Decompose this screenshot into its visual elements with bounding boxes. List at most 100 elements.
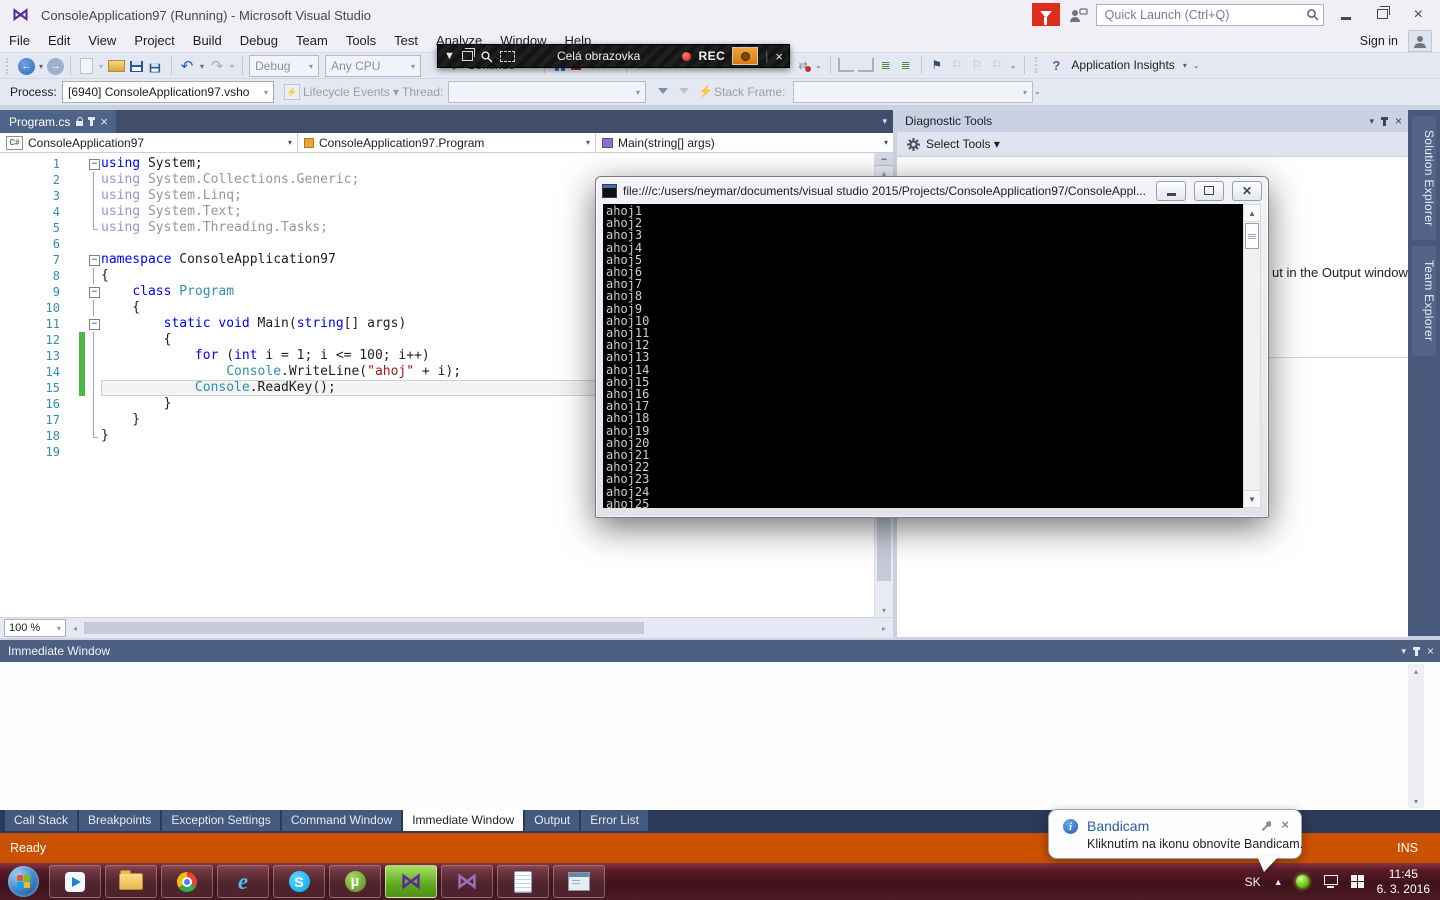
clear-bookmarks-icon[interactable]: ⚐: [988, 56, 1006, 74]
collapse-toggle-icon[interactable]: −: [89, 159, 100, 170]
breakpoint-settings-icon[interactable]: ⇄: [795, 57, 811, 73]
next-bookmark-icon[interactable]: ⚐: [968, 56, 986, 74]
console-minimize-button[interactable]: [1156, 181, 1186, 201]
sign-in-link[interactable]: Sign in: [1360, 34, 1398, 48]
new-file-dropdown-icon[interactable]: ▾: [97, 62, 105, 71]
redo-dropdown-icon[interactable]: ▾: [228, 62, 236, 71]
immediate-window-content[interactable]: ▴ ▾: [0, 662, 1440, 810]
toolbar-overflow-icon[interactable]: ⌄: [813, 61, 824, 70]
menu-test[interactable]: Test: [385, 30, 427, 52]
toolbar-overflow-icon[interactable]: ⌄: [1191, 61, 1202, 70]
collapse-toggle-icon[interactable]: −: [89, 287, 100, 298]
window-position-dropdown-icon[interactable]: ▾: [1401, 646, 1406, 657]
menu-debug[interactable]: Debug: [231, 30, 287, 52]
restore-button[interactable]: [1368, 5, 1397, 24]
panel-tab-breakpoints[interactable]: Breakpoints: [79, 810, 160, 831]
decrease-indent-icon[interactable]: ≣: [877, 56, 895, 74]
process-select[interactable]: [6940] ConsoleApplication97.vsho▾: [62, 81, 274, 103]
navigate-forward-icon[interactable]: →: [47, 58, 64, 75]
side-tab-team-explorer[interactable]: Team Explorer: [1412, 246, 1436, 355]
feedback-button[interactable]: [1032, 3, 1060, 26]
toggle-flagged-icon[interactable]: ⚡: [698, 84, 713, 98]
console-close-button[interactable]: ✕: [1232, 181, 1262, 201]
console-window[interactable]: file:///c:/users/neymar/documents/visual…: [595, 176, 1269, 518]
rec-menu-dropdown-icon[interactable]: ▼: [444, 50, 455, 62]
select-tools-button[interactable]: Select Tools ▾: [926, 137, 1000, 151]
close-button[interactable]: ×: [1405, 4, 1432, 26]
menu-view[interactable]: View: [79, 30, 125, 52]
close-notification-icon[interactable]: ×: [1281, 817, 1289, 832]
window-position-dropdown-icon[interactable]: ▾: [1369, 116, 1374, 127]
solution-platform-select[interactable]: Any CPU▾: [325, 55, 421, 77]
flagged-threads-filter-icon[interactable]: [679, 88, 689, 94]
taskbar-notepad[interactable]: [497, 865, 549, 898]
increase-indent-icon[interactable]: ≣: [897, 56, 915, 74]
scrollbar-thumb[interactable]: [1245, 223, 1259, 249]
close-panel-icon[interactable]: ×: [1395, 115, 1402, 127]
save-all-icon[interactable]: [147, 57, 165, 75]
immediate-vertical-scrollbar[interactable]: ▴ ▾: [1408, 664, 1424, 808]
settings-wrench-icon[interactable]: [1260, 820, 1271, 831]
navigate-backward-icon[interactable]: ←: [18, 58, 35, 75]
taskbar-visual-studio[interactable]: ⋈: [441, 865, 493, 898]
pin-icon[interactable]: [90, 117, 93, 126]
scrollbar-thumb[interactable]: [84, 622, 644, 634]
menu-edit[interactable]: Edit: [39, 30, 79, 52]
console-scrollbar[interactable]: ▲ ▼: [1243, 204, 1261, 508]
tab-program-cs[interactable]: Program.cs ×: [0, 110, 116, 133]
taskbar-system-app[interactable]: [553, 865, 605, 898]
scroll-right-icon[interactable]: ▸: [877, 620, 891, 636]
screenshot-camera-icon[interactable]: [732, 47, 758, 65]
bandicam-recording-bar[interactable]: ▼ Celá obrazovka REC | ×: [437, 44, 790, 68]
thread-select[interactable]: ▾: [448, 81, 646, 103]
taskbar-visual-studio-running[interactable]: ⋈: [385, 865, 437, 898]
open-file-icon[interactable]: [107, 57, 125, 75]
clock[interactable]: 11:45 6. 3. 2016: [1377, 867, 1430, 897]
document-list-dropdown-icon[interactable]: ▾: [882, 116, 887, 127]
new-file-icon[interactable]: [77, 57, 95, 75]
console-output[interactable]: ahoj1ahoj2ahoj3ahoj4ahoj5ahoj6ahoj7ahoj8…: [603, 204, 1243, 508]
language-indicator[interactable]: SK: [1245, 875, 1261, 889]
network-icon[interactable]: [1322, 875, 1338, 888]
toolbar-drag-handle[interactable]: [1035, 57, 1041, 73]
immediate-window-title-bar[interactable]: Immediate Window ▾ ×: [0, 640, 1440, 662]
quick-launch-input[interactable]: [1096, 4, 1324, 26]
toggle-bookmark-icon[interactable]: ⚑: [928, 56, 946, 74]
pin-icon[interactable]: [1415, 647, 1418, 656]
scroll-down-icon[interactable]: ▾: [875, 603, 893, 617]
breadcrumb-class[interactable]: ConsoleApplication97.Program ▾: [298, 133, 596, 152]
bandicam-notification[interactable]: i Bandicam Kliknutím na ikonu obnovíte B…: [1048, 809, 1302, 859]
undo-icon[interactable]: ↶: [178, 57, 196, 75]
toolbar-overflow-icon[interactable]: ⌄: [1032, 87, 1043, 96]
start-button[interactable]: [8, 866, 39, 897]
taskbar-skype[interactable]: S: [273, 865, 325, 898]
panel-tab-exception-settings[interactable]: Exception Settings: [162, 810, 279, 831]
collapse-toggle-icon[interactable]: −: [89, 319, 100, 330]
panel-tab-call-stack[interactable]: Call Stack: [5, 810, 77, 831]
bandicam-tray-icon[interactable]: [1296, 875, 1309, 888]
minimize-button[interactable]: [1332, 5, 1360, 24]
scroll-up-icon[interactable]: ▴: [1408, 664, 1424, 678]
previous-bookmark-icon[interactable]: ⚐: [948, 56, 966, 74]
taskbar-windows-media-player[interactable]: [49, 865, 101, 898]
menu-file[interactable]: File: [0, 30, 39, 52]
scroll-down-icon[interactable]: ▾: [1408, 794, 1424, 808]
lifecycle-events-button[interactable]: Lifecycle Events ▾: [303, 85, 399, 99]
avatar[interactable]: [1408, 30, 1432, 52]
menu-build[interactable]: Build: [184, 30, 231, 52]
close-rec-bar-icon[interactable]: ×: [775, 49, 783, 64]
panel-tab-immediate-window[interactable]: Immediate Window: [403, 810, 523, 831]
application-insights-label[interactable]: Application Insights: [1071, 58, 1174, 72]
capture-window-icon[interactable]: [462, 51, 473, 61]
navigate-backward-dropdown-icon[interactable]: ▾: [37, 62, 45, 71]
toolbar-overflow-icon[interactable]: ⌄: [1008, 61, 1019, 70]
scroll-up-icon[interactable]: ▲: [1244, 205, 1260, 222]
taskbar-utorrent[interactable]: µ: [329, 865, 381, 898]
close-tab-icon[interactable]: ×: [100, 115, 108, 128]
select-region-icon[interactable]: [500, 51, 515, 62]
close-panel-icon[interactable]: ×: [1427, 645, 1434, 657]
panel-tab-error-list[interactable]: Error List: [581, 810, 648, 831]
collapse-toggle-icon[interactable]: −: [89, 255, 100, 266]
scroll-down-icon[interactable]: ▼: [1244, 490, 1260, 507]
taskbar-file-explorer[interactable]: [105, 865, 157, 898]
